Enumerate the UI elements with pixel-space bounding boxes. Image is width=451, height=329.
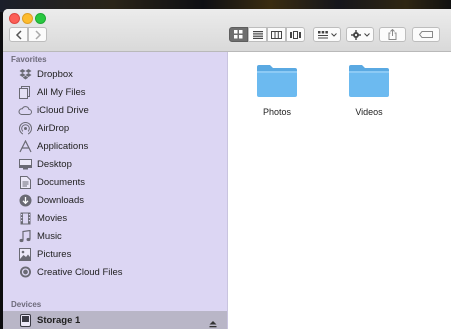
column-view-button[interactable] xyxy=(267,27,286,42)
list-view-button[interactable] xyxy=(248,27,267,42)
chevron-left-icon xyxy=(15,29,22,40)
arrange-button[interactable] xyxy=(313,27,341,42)
sidebar-item-label: iCloud Drive xyxy=(37,104,89,116)
chevron-right-icon xyxy=(34,29,41,40)
folder-icon xyxy=(257,65,297,97)
sidebar-item-downloads[interactable]: Downloads xyxy=(3,191,227,209)
close-button[interactable] xyxy=(9,13,20,24)
documents-icon xyxy=(18,175,32,189)
chevron-down-icon xyxy=(363,32,370,37)
sidebar-item-label: Applications xyxy=(37,140,89,152)
pictures-icon xyxy=(18,247,32,261)
folder-item[interactable]: Videos xyxy=(339,62,399,117)
applications-icon xyxy=(18,139,32,153)
folder-label: Videos xyxy=(355,107,383,117)
drive-icon xyxy=(18,313,32,327)
airdrop-icon xyxy=(18,121,32,135)
back-button[interactable] xyxy=(9,27,28,42)
sidebar-item-movies[interactable]: Movies xyxy=(3,209,227,227)
cloud-icon xyxy=(18,103,32,117)
zoom-button[interactable] xyxy=(35,13,46,24)
sidebar-item-desktop[interactable]: Desktop xyxy=(3,155,227,173)
list-view-icon xyxy=(252,30,263,39)
cover-flow-view-button[interactable] xyxy=(286,27,305,42)
minimize-button[interactable] xyxy=(22,13,33,24)
sidebar: Favorites Dropbox All My Files iCloud Dr… xyxy=(3,52,228,329)
sidebar-item-airdrop[interactable]: AirDrop xyxy=(3,119,227,137)
gear-icon xyxy=(350,29,361,40)
eject-icon[interactable] xyxy=(209,315,217,329)
desktop-icon xyxy=(18,157,32,171)
cover-flow-view-icon xyxy=(290,30,301,39)
sidebar-item-documents[interactable]: Documents xyxy=(3,173,227,191)
icon-view-button[interactable] xyxy=(229,27,248,42)
sidebar-item-creative-cloud-files[interactable]: Creative Cloud Files xyxy=(3,263,227,281)
music-icon xyxy=(18,229,32,243)
sidebar-item-label: Desktop xyxy=(37,158,72,170)
chevron-down-icon xyxy=(330,32,337,37)
creative-cloud-icon xyxy=(18,265,32,279)
sidebar-item-label: Creative Cloud Files xyxy=(37,266,123,278)
sidebar-item-applications[interactable]: Applications xyxy=(3,137,227,155)
sidebar-item-label: Movies xyxy=(37,212,68,224)
finder-window: Favorites Dropbox All My Files iCloud Dr… xyxy=(3,9,451,329)
sidebar-item-storage-1[interactable]: Storage 1 xyxy=(3,311,227,329)
action-button[interactable] xyxy=(346,27,374,42)
sidebar-item-label: Dropbox xyxy=(37,68,73,80)
dropbox-icon xyxy=(18,67,32,81)
folder-icon xyxy=(349,65,389,97)
sidebar-item-label: AirDrop xyxy=(37,122,70,134)
downloads-icon xyxy=(18,193,32,207)
movies-icon xyxy=(18,211,32,225)
arrange-grid-icon xyxy=(317,30,328,38)
column-view-icon xyxy=(271,30,282,39)
file-browser: Photos Videos xyxy=(228,52,451,329)
sidebar-item-label: Music xyxy=(37,230,62,242)
tag-button[interactable] xyxy=(412,27,440,42)
sidebar-item-label: Storage 1 xyxy=(37,314,81,326)
sidebar-item-pictures[interactable]: Pictures xyxy=(3,245,227,263)
sidebar-item-label: All My Files xyxy=(37,86,86,98)
devices-header: Devices xyxy=(11,300,42,309)
sidebar-item-dropbox[interactable]: Dropbox xyxy=(3,65,227,83)
sidebar-item-label: Downloads xyxy=(37,194,84,206)
sidebar-item-label: Documents xyxy=(37,176,86,188)
folder-label: Photos xyxy=(262,107,292,117)
sidebar-item-icloud-drive[interactable]: iCloud Drive xyxy=(3,101,227,119)
title-bar xyxy=(3,9,451,52)
sidebar-item-all-my-files[interactable]: All My Files xyxy=(3,83,227,101)
icon-view-icon xyxy=(234,30,243,39)
tag-icon xyxy=(419,31,433,38)
forward-button[interactable] xyxy=(28,27,47,42)
share-button[interactable] xyxy=(379,27,406,42)
share-icon xyxy=(388,29,397,40)
sidebar-item-music[interactable]: Music xyxy=(3,227,227,245)
all-files-icon xyxy=(18,85,32,99)
sidebar-item-label: Pictures xyxy=(37,248,72,260)
folder-item[interactable]: Photos xyxy=(247,62,307,117)
favorites-header: Favorites xyxy=(11,55,47,64)
